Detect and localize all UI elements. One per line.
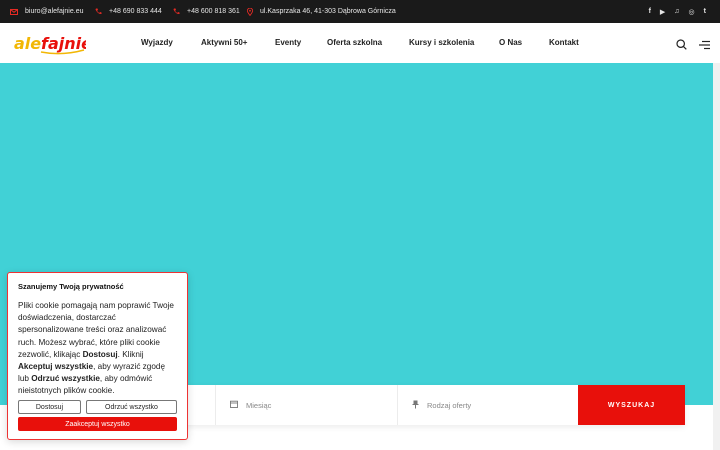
search-icon[interactable] (676, 37, 687, 55)
reject-all-button[interactable]: Odrzuć wszystko (86, 400, 177, 414)
nav-eventy[interactable]: Eventy (275, 38, 301, 47)
nav-o-nas[interactable]: O Nas (499, 38, 522, 47)
nav-oferta-szkolna[interactable]: Oferta szkolna (327, 38, 382, 47)
phone-contact-1[interactable]: +48 690 833 444 (95, 0, 162, 23)
search-button[interactable]: WYSZUKAJ (578, 385, 685, 425)
accept-all-button[interactable]: Zaakceptuj wszystko (18, 417, 177, 431)
site-logo[interactable]: ale fajnie (14, 29, 92, 57)
phone-contact-2[interactable]: +48 600 818 361 (173, 0, 240, 23)
email-contact[interactable]: biuro@alefajnie.eu (10, 0, 83, 23)
youtube-icon[interactable]: ▶ (660, 8, 665, 16)
site-header: ale fajnie Wyjazdy Aktywni 50+ Eventy Of… (0, 23, 720, 63)
phone-text-1: +48 690 833 444 (109, 8, 162, 15)
cookie-title: Szanujemy Twoją prywatność (18, 282, 124, 291)
nav-wyjazdy[interactable]: Wyjazdy (141, 38, 173, 47)
cookie-consent-dialog: Szanujemy Twoją prywatność Pliki cookie … (7, 272, 188, 440)
page-scrollbar[interactable] (713, 63, 720, 450)
spotify-icon[interactable]: ♫ (674, 8, 679, 15)
phone-text-2: +48 600 818 361 (187, 8, 240, 15)
email-text: biuro@alefajnie.eu (25, 8, 84, 15)
nav-aktywni[interactable]: Aktywni 50+ (201, 38, 247, 47)
instagram-icon[interactable]: ◎ (689, 8, 695, 16)
customize-button[interactable]: Dostosuj (18, 400, 81, 414)
month-label: Miesiąc (246, 400, 272, 410)
calendar-icon (230, 400, 238, 410)
nav-kontakt[interactable]: Kontakt (549, 38, 579, 47)
facebook-icon[interactable]: f (649, 8, 651, 15)
address-text: ul.Kasprzaka 46, 41-303 Dąbrowa Górnicza (260, 8, 396, 15)
top-contact-bar: biuro@alefajnie.eu +48 690 833 444 +48 6… (0, 0, 720, 23)
social-links: f ▶ ♫ ◎ t (649, 0, 706, 23)
svg-text:fajnie: fajnie (41, 34, 86, 53)
address-contact[interactable]: ul.Kasprzaka 46, 41-303 Dąbrowa Górnicza (247, 0, 396, 23)
location-pin-icon (247, 7, 253, 16)
phone-icon (95, 8, 102, 15)
offer-type-label: Rodzaj oferty (427, 400, 472, 410)
offer-type-select[interactable]: Rodzaj oferty (397, 385, 578, 425)
month-select[interactable]: Miesiąc (215, 385, 397, 425)
cookie-message: Pliki cookie pomagają nam poprawić Twoje… (18, 301, 174, 396)
pin-icon (412, 400, 419, 411)
svg-text:ale: ale (14, 34, 41, 53)
mail-icon (10, 8, 18, 15)
menu-icon[interactable] (699, 37, 710, 55)
nav-kursy[interactable]: Kursy i szkolenia (409, 38, 474, 47)
header-icons (676, 37, 710, 55)
phone-icon (173, 8, 180, 15)
tumblr-icon[interactable]: t (704, 8, 706, 15)
